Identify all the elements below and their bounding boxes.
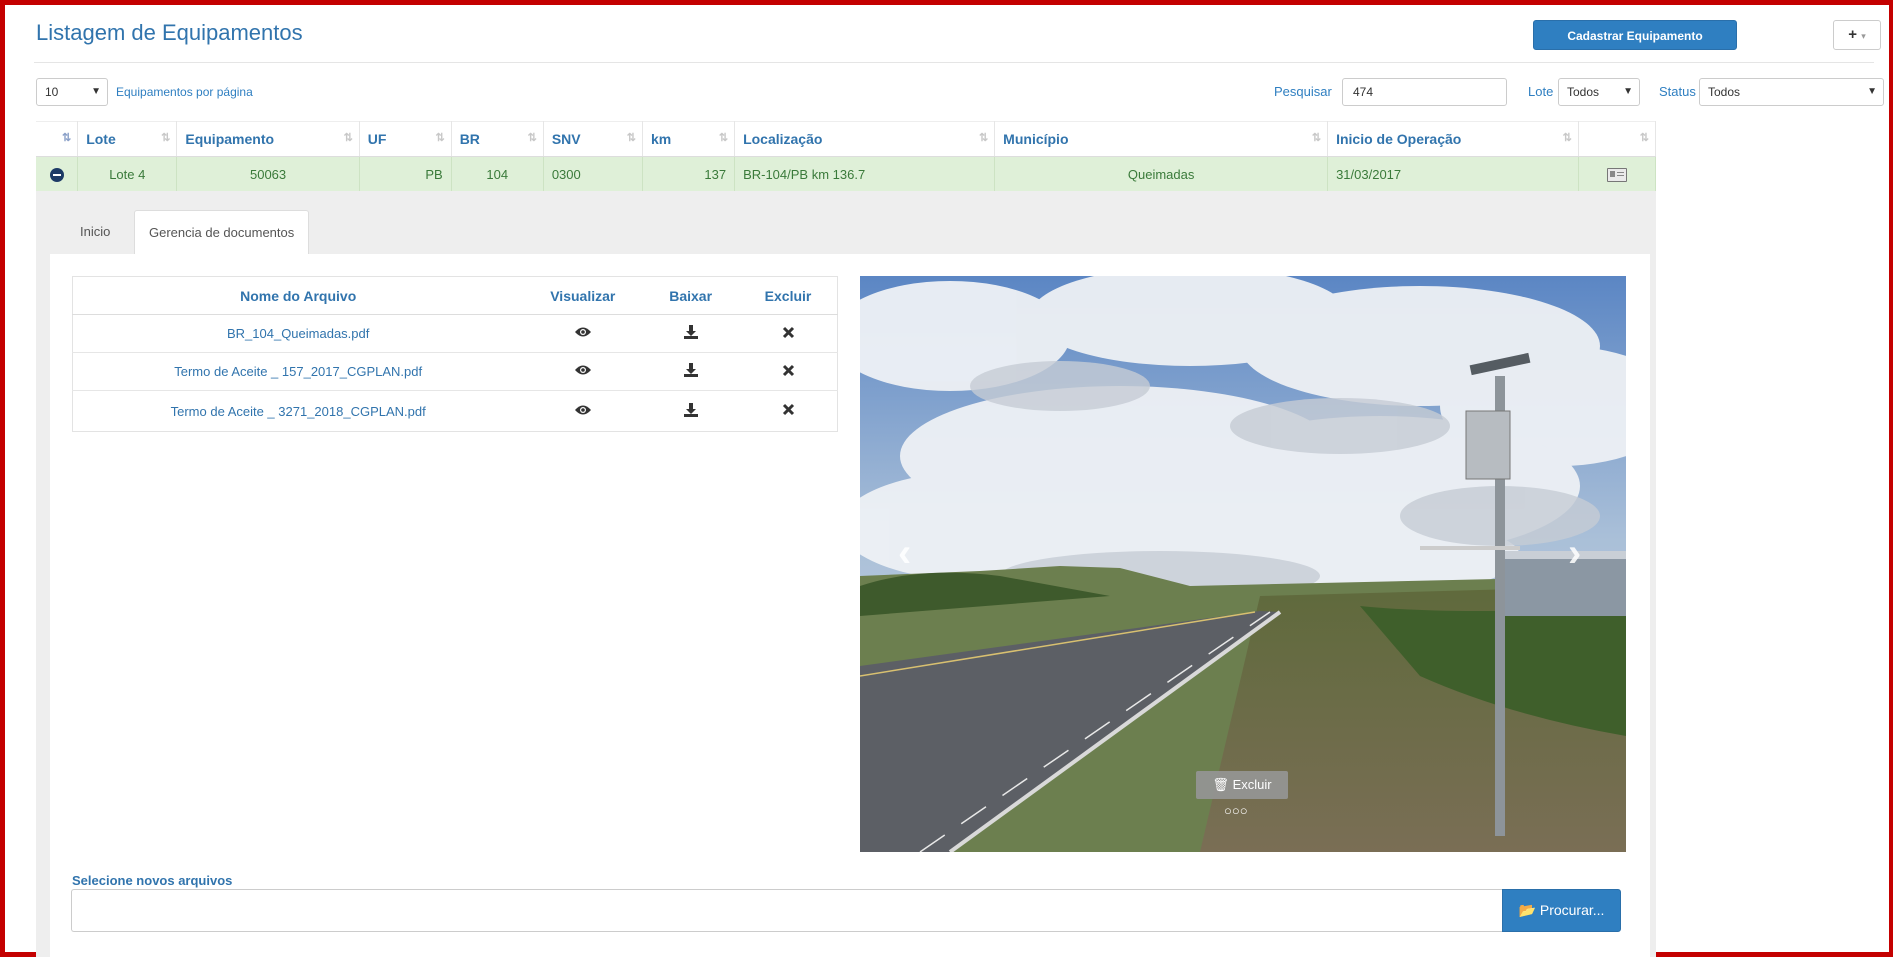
cell-br: 104 [451, 156, 544, 191]
column-header-actions[interactable]: ⇅ [1578, 121, 1657, 157]
sort-icon: ⇅ [61, 132, 71, 144]
view-button[interactable] [523, 390, 643, 432]
delete-button[interactable] [739, 314, 838, 353]
sort-icon: ⇅ [343, 132, 353, 144]
status-select-value: Todos [1708, 85, 1741, 99]
chevron-down-icon: ▼ [1623, 86, 1633, 97]
header-divider [34, 62, 1874, 63]
column-header-uf[interactable]: UF ⇅ [359, 121, 452, 157]
file-name-input[interactable] [71, 889, 1503, 932]
tab-gerencia-documentos[interactable]: Gerencia de documentos [134, 210, 310, 255]
lote-select-value: Todos [1567, 85, 1600, 99]
close-icon [782, 403, 794, 416]
image-carousel: ‹ › [860, 276, 1626, 852]
search-label: Pesquisar [1274, 84, 1332, 99]
lote-label: Lote [1528, 84, 1554, 99]
id-card-icon [1606, 167, 1627, 182]
sort-icon: ⇅ [626, 132, 636, 144]
carousel-next-button[interactable]: › [1568, 531, 1581, 576]
column-header-lote[interactable]: Lote ⇅ [77, 121, 178, 157]
sort-icon: ⇅ [978, 132, 988, 144]
column-header-br[interactable]: BR ⇅ [451, 121, 544, 157]
page-title: Listagem de Equipamentos [36, 20, 303, 45]
equipment-table: ⇅ Lote ⇅ Equipamento ⇅ UF ⇅ BR ⇅ SNV ⇅ km ⇅ Lo… [36, 121, 1657, 191]
lote-select[interactable]: Todos ▼ [1558, 78, 1640, 106]
cell-municipio: Queimadas [994, 156, 1329, 191]
cell-snv: 0300 [543, 156, 643, 191]
trash-icon: 🗑 [1212, 777, 1229, 792]
close-icon [782, 364, 794, 376]
download-button[interactable] [642, 352, 740, 391]
docs-header-download: Baixar [642, 276, 740, 315]
download-icon [683, 363, 698, 377]
sort-icon: ⇅ [1639, 132, 1649, 144]
docs-header-delete: Excluir [739, 276, 838, 315]
docs-header-view: Visualizar [523, 276, 643, 315]
register-equipment-button[interactable]: Cadastrar Equipamento [1533, 20, 1737, 50]
column-header-equipamento[interactable]: Equipamento ⇅ [176, 121, 360, 157]
plus-icon: + [1848, 26, 1858, 43]
status-select[interactable]: Todos ▼ [1699, 78, 1884, 106]
cell-inicio: 31/03/2017 [1327, 156, 1579, 191]
column-header-expand[interactable]: ⇅ [36, 121, 79, 157]
download-button[interactable] [642, 314, 740, 353]
page-size-label: Equipamentos por página [116, 85, 253, 99]
cell-equipamento: 50063 [176, 156, 360, 191]
sort-icon: ⇅ [1562, 132, 1572, 144]
folder-open-icon: 📂 [1518, 902, 1536, 918]
document-row: Termo de Aceite _ 157_2017_CGPLAN.pdf [72, 352, 838, 391]
view-button[interactable] [523, 352, 643, 391]
document-row: Termo de Aceite _ 3271_2018_CGPLAN.pdf [72, 390, 838, 432]
search-input[interactable]: 474 [1342, 78, 1507, 106]
sort-icon: ⇅ [435, 132, 444, 144]
delete-image-button[interactable]: 🗑 Excluir [1196, 771, 1288, 799]
column-header-inicio[interactable]: Inicio de Operação ⇅ [1327, 121, 1579, 157]
column-header-snv[interactable]: SNV ⇅ [543, 121, 643, 157]
column-header-km[interactable]: km ⇅ [642, 121, 736, 157]
delete-button[interactable] [739, 390, 838, 432]
delete-button[interactable] [739, 352, 838, 391]
download-icon [683, 402, 698, 417]
chevron-down-icon: ▼ [1867, 86, 1877, 97]
docs-header-name: Nome do Arquivo [72, 276, 524, 315]
road-photo [860, 276, 1626, 852]
document-name[interactable]: Termo de Aceite _ 3271_2018_CGPLAN.pdf [72, 390, 524, 432]
chevron-down-icon: ▼ [91, 86, 101, 97]
upload-label: Selecione novos arquivos [72, 873, 233, 888]
browse-button[interactable]: 📂 Procurar... [1502, 889, 1621, 932]
document-row: BR_104_Queimadas.pdf [72, 314, 838, 353]
cell-lote: Lote 4 [77, 156, 178, 191]
page-size-select[interactable]: 10 ▼ [36, 78, 108, 106]
download-button[interactable] [642, 390, 740, 432]
eye-icon [574, 327, 591, 337]
more-actions-button[interactable]: + ▾ [1833, 20, 1881, 50]
view-button[interactable] [523, 314, 643, 353]
carousel-prev-button[interactable]: ‹ [898, 531, 911, 576]
close-icon [782, 326, 794, 338]
tab-inicio[interactable]: Inicio [66, 210, 124, 254]
sort-icon: ⇅ [161, 132, 170, 144]
minus-circle-icon [49, 167, 64, 182]
column-header-municipio[interactable]: Município ⇅ [994, 121, 1329, 157]
details-card-button[interactable] [1578, 156, 1657, 191]
sort-icon: ⇅ [1311, 132, 1321, 144]
sort-icon: ⇅ [718, 132, 728, 144]
page-size-value: 10 [45, 85, 59, 99]
download-icon [683, 325, 698, 339]
document-name[interactable]: Termo de Aceite _ 157_2017_CGPLAN.pdf [72, 352, 524, 391]
table-row[interactable]: Lote 4 50063 PB 104 0300 137 BR-104/PB k… [36, 156, 1657, 191]
collapse-row-button[interactable] [36, 156, 79, 191]
status-label: Status [1659, 84, 1696, 99]
cell-localizacao: BR-104/PB km 136.7 [734, 156, 996, 191]
caret-down-icon: ▾ [1861, 31, 1866, 41]
documents-table: Nome do Arquivo Visualizar Baixar Exclui… [72, 276, 838, 432]
eye-icon [574, 405, 591, 414]
carousel-indicators[interactable]: ○○○ [1224, 803, 1248, 818]
column-header-localizacao[interactable]: Localização ⇅ [734, 121, 996, 157]
sort-icon: ⇅ [527, 132, 537, 144]
cell-uf: PB [359, 156, 452, 191]
cell-km: 137 [642, 156, 736, 191]
document-name[interactable]: BR_104_Queimadas.pdf [72, 314, 524, 353]
eye-icon [574, 365, 591, 375]
